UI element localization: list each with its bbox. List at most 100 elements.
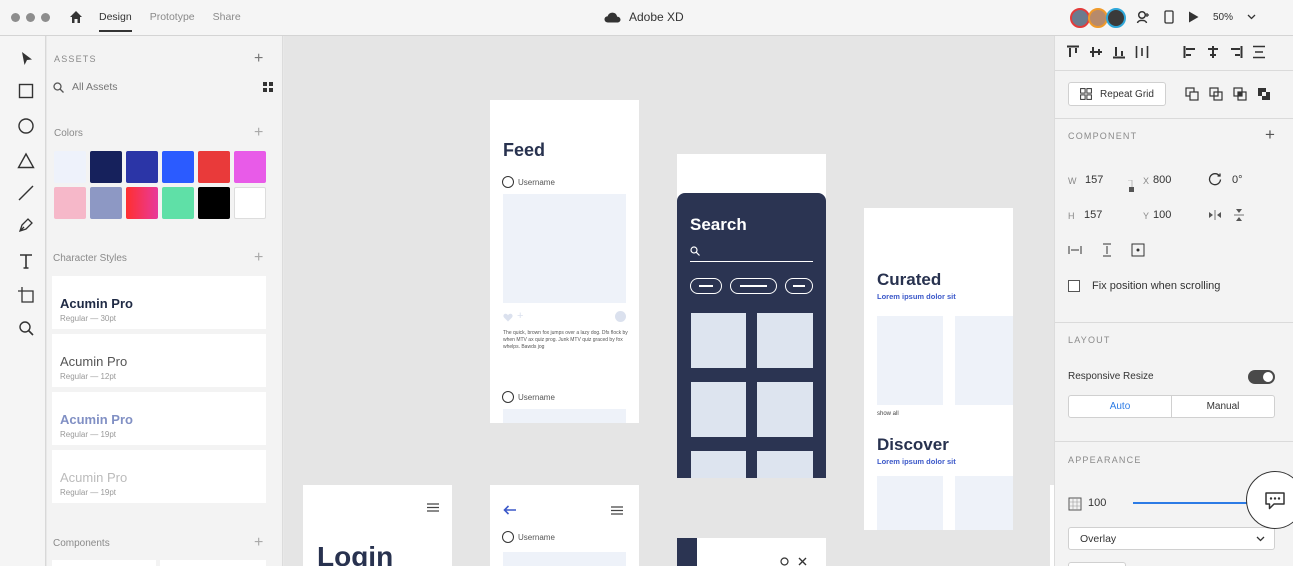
color-swatch[interactable] [54,187,86,219]
avatar[interactable] [1070,8,1090,28]
maximize-window-dot[interactable] [41,13,50,22]
artboard-login[interactable]: Login [303,485,452,566]
minimize-window-dot[interactable] [26,13,35,22]
color-swatch[interactable] [234,187,266,219]
color-swatch[interactable] [54,151,86,183]
add-shape-icon[interactable] [1185,87,1199,101]
color-swatch[interactable] [234,151,266,183]
select-tool-icon[interactable] [17,50,35,68]
x-value[interactable]: 800 [1153,174,1171,186]
close-window-dot[interactable] [11,13,20,22]
fixed-height-icon[interactable] [1100,243,1114,257]
y-value[interactable]: 100 [1153,209,1171,221]
character-style-item[interactable]: Acumin Pro Regular — 30pt [52,276,266,329]
filter-chip [730,278,777,294]
color-swatch[interactable] [162,151,194,183]
add-color-button[interactable]: + [254,125,263,141]
artboard-partial[interactable] [677,538,826,566]
character-style-item[interactable]: Acumin Pro Regular — 19pt [52,392,266,445]
artboard-feed[interactable]: Feed Username + The quick, brown fox jum… [490,100,639,423]
subtract-shape-icon[interactable] [1209,87,1223,101]
design-canvas[interactable]: Feed Username + The quick, brown fox jum… [284,36,1054,566]
search-input[interactable] [72,81,222,93]
align-bottom-icon[interactable] [1112,45,1126,59]
rotation-value[interactable]: 0° [1232,174,1243,186]
divider [1055,118,1293,119]
color-swatch[interactable] [90,187,122,219]
artboard-search[interactable]: Search [677,193,826,478]
text-tool-icon[interactable] [17,252,35,270]
lock-aspect-icon[interactable] [1124,180,1138,194]
adobe-xd-window: Design Prototype Share Adobe XD 50% ASSE… [0,0,1293,566]
auto-option[interactable]: Auto [1069,396,1172,417]
component-item[interactable] [52,560,156,566]
ellipse-tool-icon[interactable] [17,117,35,135]
image-placeholder [503,194,626,303]
opacity-slider[interactable] [1133,502,1263,504]
chevron-down-icon[interactable] [1247,14,1256,20]
intersect-shape-icon[interactable] [1233,87,1247,101]
invite-user-icon[interactable] [1136,10,1150,24]
zoom-tool-icon[interactable] [17,319,35,337]
pen-tool-icon[interactable] [17,216,35,234]
bookmark-dot [615,311,626,322]
exclude-shape-icon[interactable] [1257,87,1271,101]
responsive-resize-toggle[interactable] [1248,370,1275,384]
color-swatch[interactable] [162,187,194,219]
home-icon[interactable] [69,10,83,24]
height-value[interactable]: 157 [1084,209,1102,221]
appearance-label: APPEARANCE [1068,455,1142,465]
tab-design[interactable]: Design [99,11,132,32]
polygon-tool-icon[interactable] [17,152,35,170]
tab-share[interactable]: Share [213,11,241,32]
discover-subtitle: Lorem ipsum dolor sit [877,457,956,466]
play-icon[interactable] [1188,11,1199,23]
color-swatch[interactable] [126,151,158,183]
artboard-curated[interactable]: Curated Lorem ipsum dolor sit show all D… [864,208,1013,530]
avatar[interactable] [1106,8,1126,28]
avatar[interactable] [1088,8,1108,28]
opacity-value[interactable]: 100 [1088,497,1106,509]
pin-icon[interactable] [1131,243,1145,257]
blend-mode-select[interactable]: Overlay [1068,527,1275,550]
character-style-item[interactable]: Acumin Pro Regular — 12pt [52,334,266,387]
color-swatch[interactable] [198,187,230,219]
responsive-resize-label: Responsive Resize [1068,371,1154,382]
repeat-grid-button[interactable]: Repeat Grid [1068,82,1166,106]
artboard-tool-icon[interactable] [17,286,35,304]
width-value[interactable]: 157 [1085,174,1103,186]
discover-title: Discover [877,435,949,454]
color-swatch[interactable] [90,151,122,183]
color-swatch[interactable] [198,151,230,183]
character-style-item[interactable]: Acumin Pro Regular — 19pt [52,450,266,503]
component-item[interactable] [160,560,266,566]
align-top-icon[interactable] [1066,45,1080,59]
rectangle-tool-icon[interactable] [17,82,35,100]
add-component-button[interactable]: + [1265,126,1275,143]
zoom-level[interactable]: 50% [1213,12,1233,23]
add-asset-button[interactable]: + [254,51,263,67]
manual-option[interactable]: Manual [1172,396,1274,417]
line-tool-icon[interactable] [17,184,35,202]
rotate-icon[interactable] [1208,172,1222,186]
align-left-icon[interactable] [1183,45,1197,59]
device-preview-icon[interactable] [1164,10,1174,24]
artboard-profile[interactable]: Username [490,485,639,566]
align-right-icon[interactable] [1229,45,1243,59]
fixed-width-icon[interactable] [1068,243,1082,257]
partial-field[interactable] [1068,562,1126,566]
distribute-vertical-icon[interactable] [1252,45,1266,59]
flip-horizontal-icon[interactable] [1208,208,1222,222]
align-middle-icon[interactable] [1089,45,1103,59]
flip-vertical-icon[interactable] [1232,208,1246,222]
add-icon: + [517,310,524,322]
show-all-link: show all [877,411,899,417]
fix-position-checkbox[interactable] [1068,280,1080,292]
add-character-style-button[interactable]: + [254,250,263,266]
color-swatch[interactable] [126,187,158,219]
align-center-icon[interactable] [1206,45,1220,59]
add-component-button[interactable]: + [254,535,263,551]
tab-prototype[interactable]: Prototype [150,11,195,32]
grid-view-icon[interactable] [263,82,273,92]
distribute-horizontal-icon[interactable] [1135,45,1149,59]
